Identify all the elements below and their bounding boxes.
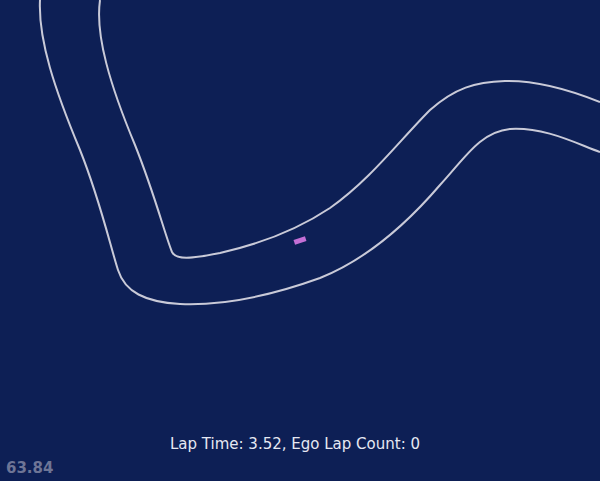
hud-bar: Lap Time: 3.52, Ego Lap Count: 0 [0, 434, 600, 454]
track-inner-boundary [99, 0, 600, 258]
race-track [0, 0, 600, 481]
lap-info: Lap Time: 3.52, Ego Lap Count: 0 [170, 434, 430, 454]
ego-car [294, 236, 307, 244]
track-outer-boundary [40, 0, 600, 304]
game-viewport: Lap Time: 3.52, Ego Lap Count: 0 63.84 [0, 0, 600, 481]
fps-counter: 63.84 [6, 458, 53, 478]
